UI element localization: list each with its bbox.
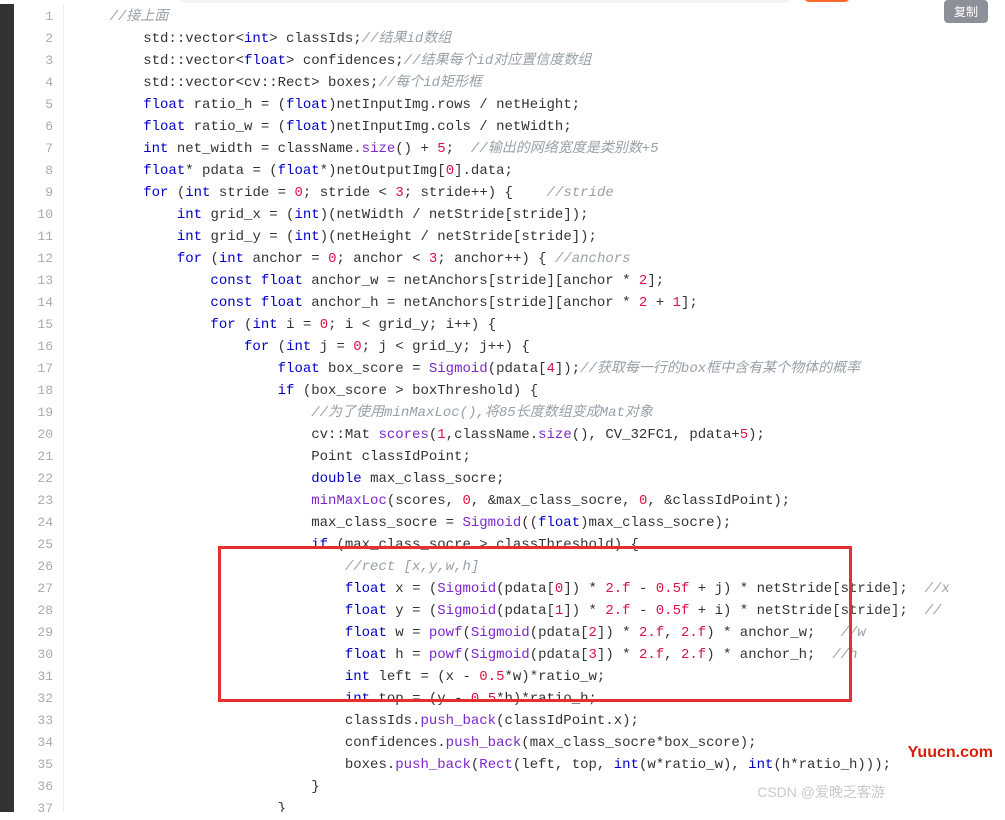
line-number: 29 bbox=[14, 622, 53, 644]
line-number: 31 bbox=[14, 666, 53, 688]
line-number: 1 bbox=[14, 6, 53, 28]
code-line: for (int anchor = 0; anchor < 3; anchor+… bbox=[76, 248, 1005, 270]
code-container: 1234567891011121314151617181920212223242… bbox=[0, 0, 1005, 812]
code-line: double max_class_socre; bbox=[76, 468, 1005, 490]
code-line: const float anchor_w = netAnchors[stride… bbox=[76, 270, 1005, 292]
line-number: 22 bbox=[14, 468, 53, 490]
line-number: 24 bbox=[14, 512, 53, 534]
code-line: float w = powf(Sigmoid(pdata[2]) * 2.f, … bbox=[76, 622, 1005, 644]
code-line: const float anchor_h = netAnchors[stride… bbox=[76, 292, 1005, 314]
line-number: 23 bbox=[14, 490, 53, 512]
code-line: std::vector<float> confidences;//结果每个id对… bbox=[76, 50, 1005, 72]
line-number: 2 bbox=[14, 28, 53, 50]
line-number: 25 bbox=[14, 534, 53, 556]
watermark-csdn: CSDN @爱晚乏客游 bbox=[757, 782, 885, 802]
line-number: 14 bbox=[14, 292, 53, 314]
code-line: float box_score = Sigmoid(pdata[4]);//获取… bbox=[76, 358, 1005, 380]
line-number: 13 bbox=[14, 270, 53, 292]
line-number: 30 bbox=[14, 644, 53, 666]
line-number: 27 bbox=[14, 578, 53, 600]
code-line: float ratio_w = (float)netInputImg.cols … bbox=[76, 116, 1005, 138]
watermark-yuucn: Yuucn.com bbox=[908, 744, 993, 762]
line-number: 19 bbox=[14, 402, 53, 424]
line-number: 33 bbox=[14, 710, 53, 732]
line-number: 18 bbox=[14, 380, 53, 402]
code-line: int net_width = className.size() + 5; //… bbox=[76, 138, 1005, 160]
code-line: //rect [x,y,w,h] bbox=[76, 556, 1005, 578]
line-number: 32 bbox=[14, 688, 53, 710]
code-line: //为了使用minMaxLoc(),将85长度数组变成Mat对象 bbox=[76, 402, 1005, 424]
line-number: 17 bbox=[14, 358, 53, 380]
code-line: max_class_socre = Sigmoid((float)max_cla… bbox=[76, 512, 1005, 534]
line-number: 4 bbox=[14, 72, 53, 94]
code-line: int top = (y - 0.5*h)*ratio_h; bbox=[76, 688, 1005, 710]
search-bar-edge bbox=[180, 0, 790, 3]
code-area[interactable]: //接上面 std::vector<int> classIds;//结果id数组… bbox=[64, 4, 1005, 812]
code-line: float ratio_h = (float)netInputImg.rows … bbox=[76, 94, 1005, 116]
code-line: minMaxLoc(scores, 0, &max_class_socre, 0… bbox=[76, 490, 1005, 512]
line-number: 5 bbox=[14, 94, 53, 116]
line-number: 3 bbox=[14, 50, 53, 72]
line-number: 26 bbox=[14, 556, 53, 578]
code-line: for (int j = 0; j < grid_y; j++) { bbox=[76, 336, 1005, 358]
code-line: if (max_class_socre > classThreshold) { bbox=[76, 534, 1005, 556]
line-number: 7 bbox=[14, 138, 53, 160]
orange-accent bbox=[804, 0, 850, 2]
code-line: int left = (x - 0.5*w)*ratio_w; bbox=[76, 666, 1005, 688]
line-number: 15 bbox=[14, 314, 53, 336]
line-number: 9 bbox=[14, 182, 53, 204]
code-line: if (box_score > boxThreshold) { bbox=[76, 380, 1005, 402]
line-number-gutter: 1234567891011121314151617181920212223242… bbox=[14, 4, 64, 812]
line-number: 16 bbox=[14, 336, 53, 358]
code-line: confidences.push_back(max_class_socre*bo… bbox=[76, 732, 1005, 754]
code-line: for (int i = 0; i < grid_y; i++) { bbox=[76, 314, 1005, 336]
code-line: float x = (Sigmoid(pdata[0]) * 2.f - 0.5… bbox=[76, 578, 1005, 600]
line-number: 21 bbox=[14, 446, 53, 468]
line-number: 11 bbox=[14, 226, 53, 248]
line-number: 6 bbox=[14, 116, 53, 138]
line-number: 8 bbox=[14, 160, 53, 182]
code-line: for (int stride = 0; stride < 3; stride+… bbox=[76, 182, 1005, 204]
line-number: 36 bbox=[14, 776, 53, 798]
code-line: //接上面 bbox=[76, 6, 1005, 28]
code-line: cv::Mat scores(1,className.size(), CV_32… bbox=[76, 424, 1005, 446]
code-line: std::vector<int> classIds;//结果id数组 bbox=[76, 28, 1005, 50]
line-number: 37 bbox=[14, 798, 53, 820]
line-number: 28 bbox=[14, 600, 53, 622]
code-line: int grid_x = (int)(netWidth / netStride[… bbox=[76, 204, 1005, 226]
code-line: std::vector<cv::Rect> boxes;//每个id矩形框 bbox=[76, 72, 1005, 94]
line-number: 10 bbox=[14, 204, 53, 226]
line-number: 20 bbox=[14, 424, 53, 446]
line-number: 12 bbox=[14, 248, 53, 270]
code-line: float y = (Sigmoid(pdata[1]) * 2.f - 0.5… bbox=[76, 600, 1005, 622]
code-line: classIds.push_back(classIdPoint.x); bbox=[76, 710, 1005, 732]
code-line: float* pdata = (float*)netOutputImg[0].d… bbox=[76, 160, 1005, 182]
code-line: float h = powf(Sigmoid(pdata[3]) * 2.f, … bbox=[76, 644, 1005, 666]
code-line: Point classIdPoint; bbox=[76, 446, 1005, 468]
code-line: boxes.push_back(Rect(left, top, int(w*ra… bbox=[76, 754, 1005, 776]
line-number: 35 bbox=[14, 754, 53, 776]
left-margin-bar bbox=[0, 4, 14, 812]
code-line: int grid_y = (int)(netHeight / netStride… bbox=[76, 226, 1005, 248]
line-number: 34 bbox=[14, 732, 53, 754]
